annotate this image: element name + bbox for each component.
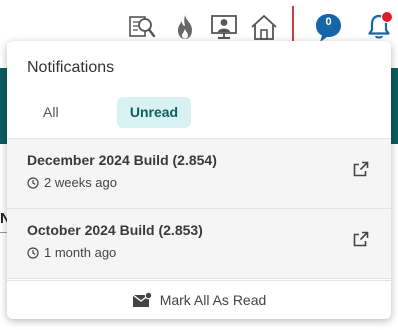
home-icon[interactable] — [250, 13, 278, 41]
notification-time-label: 2 weeks ago — [44, 175, 117, 190]
notification-item[interactable]: December 2024 Build (2.854) 2 weeks ago — [7, 139, 391, 209]
mail-check-icon — [132, 292, 152, 307]
user-monitor-icon[interactable] — [210, 13, 238, 41]
panel-title: Notifications — [27, 59, 115, 76]
notification-alert-dot — [381, 11, 393, 23]
top-toolbar: 0 — [0, 0, 398, 44]
open-external-icon[interactable] — [353, 231, 369, 247]
notifications-panel: Notifications All Unread December 2024 B… — [7, 41, 391, 319]
messages-button[interactable]: 0 — [315, 13, 342, 42]
tab-all[interactable]: All — [43, 97, 59, 128]
notification-time: 1 month ago — [27, 245, 116, 260]
flame-icon[interactable] — [171, 13, 199, 41]
notification-item[interactable]: October 2024 Build (2.853) 1 month ago — [7, 209, 391, 279]
notification-time: 2 weeks ago — [27, 175, 117, 190]
notification-title: December 2024 Build (2.854) — [27, 152, 217, 168]
mark-all-read-label: Mark All As Read — [159, 292, 267, 308]
messages-count: 0 — [325, 16, 332, 28]
clock-icon — [27, 176, 39, 189]
tab-unread[interactable]: Unread — [117, 97, 191, 128]
open-external-icon[interactable] — [353, 161, 369, 177]
toolbar-divider — [292, 6, 294, 42]
search-document-icon[interactable] — [128, 13, 156, 41]
notification-list: December 2024 Build (2.854) 2 weeks ago … — [7, 139, 391, 279]
notification-title: October 2024 Build (2.853) — [27, 222, 203, 238]
app-window: N 0 Notifications All Unread December 20… — [0, 0, 398, 330]
mark-all-read-button[interactable]: Mark All As Read — [7, 281, 391, 319]
notification-time-label: 1 month ago — [44, 245, 117, 260]
clock-icon — [27, 246, 39, 259]
